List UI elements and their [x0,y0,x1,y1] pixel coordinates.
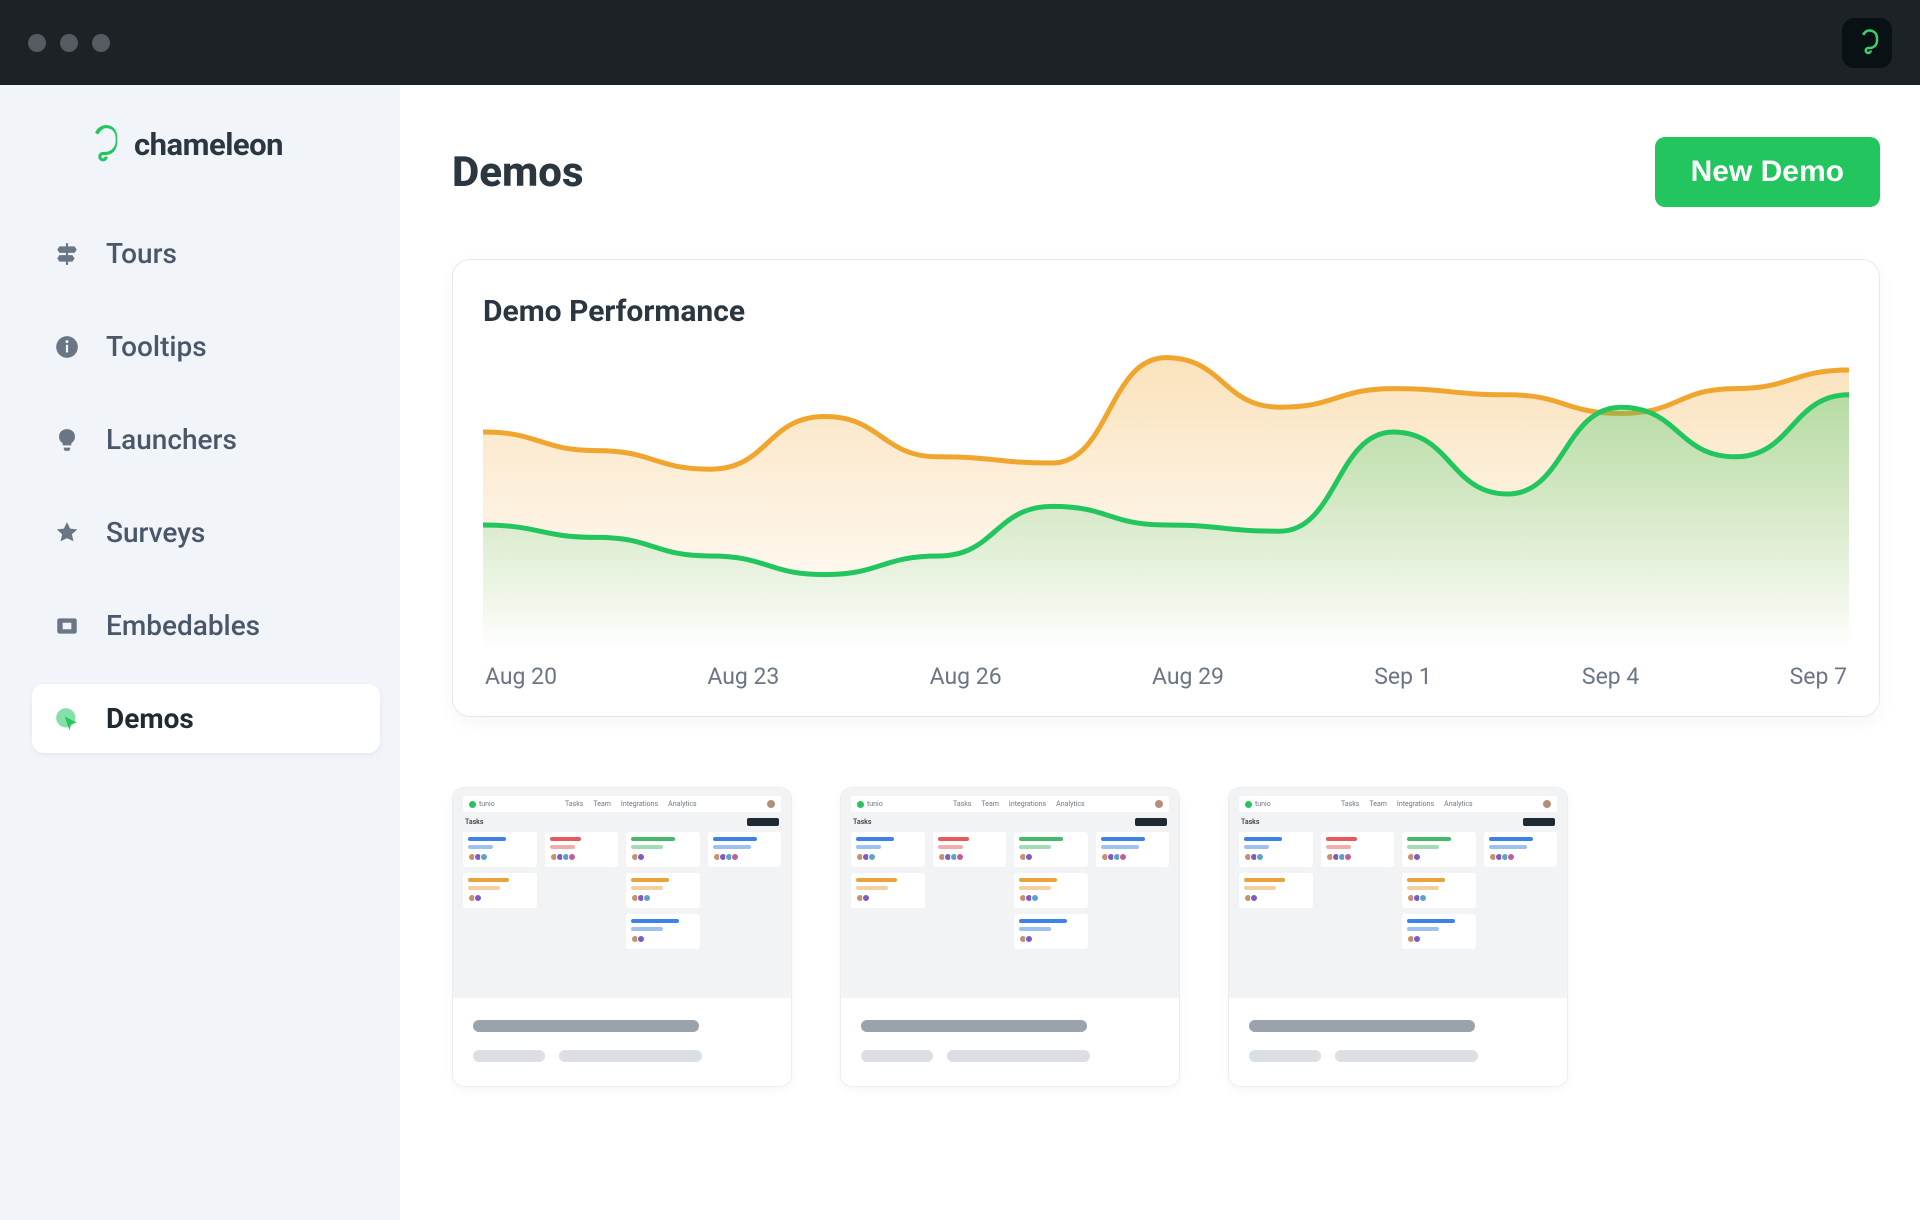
chart-card: Demo Performance Aug 20Aug 23Aug 26Aug 2… [452,259,1880,717]
chameleon-icon [1852,28,1882,58]
page-header: Demos New Demo [452,137,1880,207]
waypoints-icon [52,239,82,269]
x-axis-tick: Aug 29 [1152,663,1224,690]
demo-card-footer [1229,998,1567,1086]
kanban-card [1096,832,1170,867]
kanban-card [545,832,619,867]
kanban-card [1321,832,1395,867]
sidebar-item-surveys[interactable]: Surveys [32,498,380,567]
demo-card-footer [453,998,791,1086]
performance-chart [483,339,1849,649]
kanban-card [626,914,700,949]
sidebar-item-demos[interactable]: Demos [32,684,380,753]
chameleon-logo-icon [84,125,122,163]
chart-x-axis: Aug 20 Aug 23 Aug 26 Aug 29 Sep 1 Sep 4 Sep 7 [483,649,1849,690]
kanban-card [708,832,782,867]
kanban-card [851,873,925,908]
sidebar-item-launchers[interactable]: Launchers [32,405,380,474]
kanban-board [463,832,781,949]
preview-topbar: tunio TasksTeamIntegrationsAnalytics [1239,796,1557,812]
preview-topbar: tunio TasksTeamIntegrationsAnalytics [463,796,781,812]
sidebar-item-label: Demos [106,702,194,735]
kanban-card [1484,832,1558,867]
x-axis-tick: Sep 1 [1374,663,1431,690]
sidebar-item-label: Surveys [106,516,205,549]
sidebar-nav: Tours Tooltips Launchers Surveys [14,209,386,753]
kanban-card [626,873,700,908]
bulb-icon [52,425,82,455]
kanban-card [1014,873,1088,908]
kanban-card [1239,832,1313,867]
placeholder-meta [947,1050,1090,1062]
kanban-card [1014,832,1088,867]
brand: chameleon [14,125,386,209]
preview-subbar: Tasks [851,818,1169,826]
kanban-card [851,832,925,867]
cursor-click-icon [52,704,82,734]
demo-preview: tunio TasksTeamIntegrationsAnalytics Tas… [841,788,1179,998]
demo-card[interactable]: tunio TasksTeamIntegrationsAnalytics Tas… [452,787,792,1087]
close-traffic-light[interactable] [28,34,46,52]
kanban-board [851,832,1169,949]
avatar-icon [767,800,775,808]
chart-area [483,339,1849,649]
preview-topbar: tunio TasksTeamIntegrationsAnalytics [851,796,1169,812]
preview-subbar: Tasks [1239,818,1557,826]
new-demo-button[interactable]: New Demo [1655,137,1880,207]
x-axis-tick: Aug 20 [485,663,557,690]
demo-preview: tunio TasksTeamIntegrationsAnalytics Tas… [1229,788,1567,998]
sidebar-item-tooltips[interactable]: Tooltips [32,312,380,381]
kanban-card [1014,914,1088,949]
kanban-card [626,832,700,867]
minimize-traffic-light[interactable] [60,34,78,52]
demo-preview: tunio TasksTeamIntegrationsAnalytics Tas… [453,788,791,998]
placeholder-meta [473,1050,545,1062]
placeholder-title [1249,1020,1475,1032]
kanban-card [1402,832,1476,867]
app-corner-logo [1842,18,1892,68]
placeholder-meta [1249,1050,1321,1062]
page-title: Demos [452,148,584,197]
kanban-card [1239,873,1313,908]
avatar-icon [1543,800,1551,808]
placeholder-meta [861,1050,933,1062]
x-axis-tick: Aug 26 [930,663,1002,690]
kanban-card [933,832,1007,867]
main-content: Demos New Demo Demo Performance Aug 20Au… [400,85,1920,1220]
sidebar: chameleon Tours Tooltips Launchers [0,85,400,1220]
traffic-lights [28,34,110,52]
tooltip-icon [52,332,82,362]
brand-name: chameleon [134,126,283,163]
kanban-card [463,832,537,867]
kanban-board [1239,832,1557,949]
x-axis-tick: Sep 7 [1790,663,1847,690]
demo-card-footer [841,998,1179,1086]
kanban-card [1402,873,1476,908]
placeholder-meta [1335,1050,1478,1062]
star-icon [52,518,82,548]
demo-card[interactable]: tunio TasksTeamIntegrationsAnalytics Tas… [1228,787,1568,1087]
sidebar-item-embedables[interactable]: Embedables [32,591,380,660]
x-axis-tick: Sep 4 [1582,663,1639,690]
maximize-traffic-light[interactable] [92,34,110,52]
preview-subbar: Tasks [463,818,781,826]
demo-grid: tunio TasksTeamIntegrationsAnalytics Tas… [452,787,1880,1087]
placeholder-title [861,1020,1087,1032]
sidebar-item-label: Tooltips [106,330,207,363]
placeholder-meta [559,1050,702,1062]
sidebar-item-label: Launchers [106,423,237,456]
x-axis-tick: Aug 23 [707,663,779,690]
sidebar-item-label: Embedables [106,609,260,642]
sidebar-item-label: Tours [106,237,177,270]
avatar-icon [1155,800,1163,808]
demo-card[interactable]: tunio TasksTeamIntegrationsAnalytics Tas… [840,787,1180,1087]
kanban-card [1402,914,1476,949]
embed-icon [52,611,82,641]
kanban-card [463,873,537,908]
chart-title: Demo Performance [483,294,1849,329]
sidebar-item-tours[interactable]: Tours [32,219,380,288]
window-titlebar [0,0,1920,85]
placeholder-title [473,1020,699,1032]
